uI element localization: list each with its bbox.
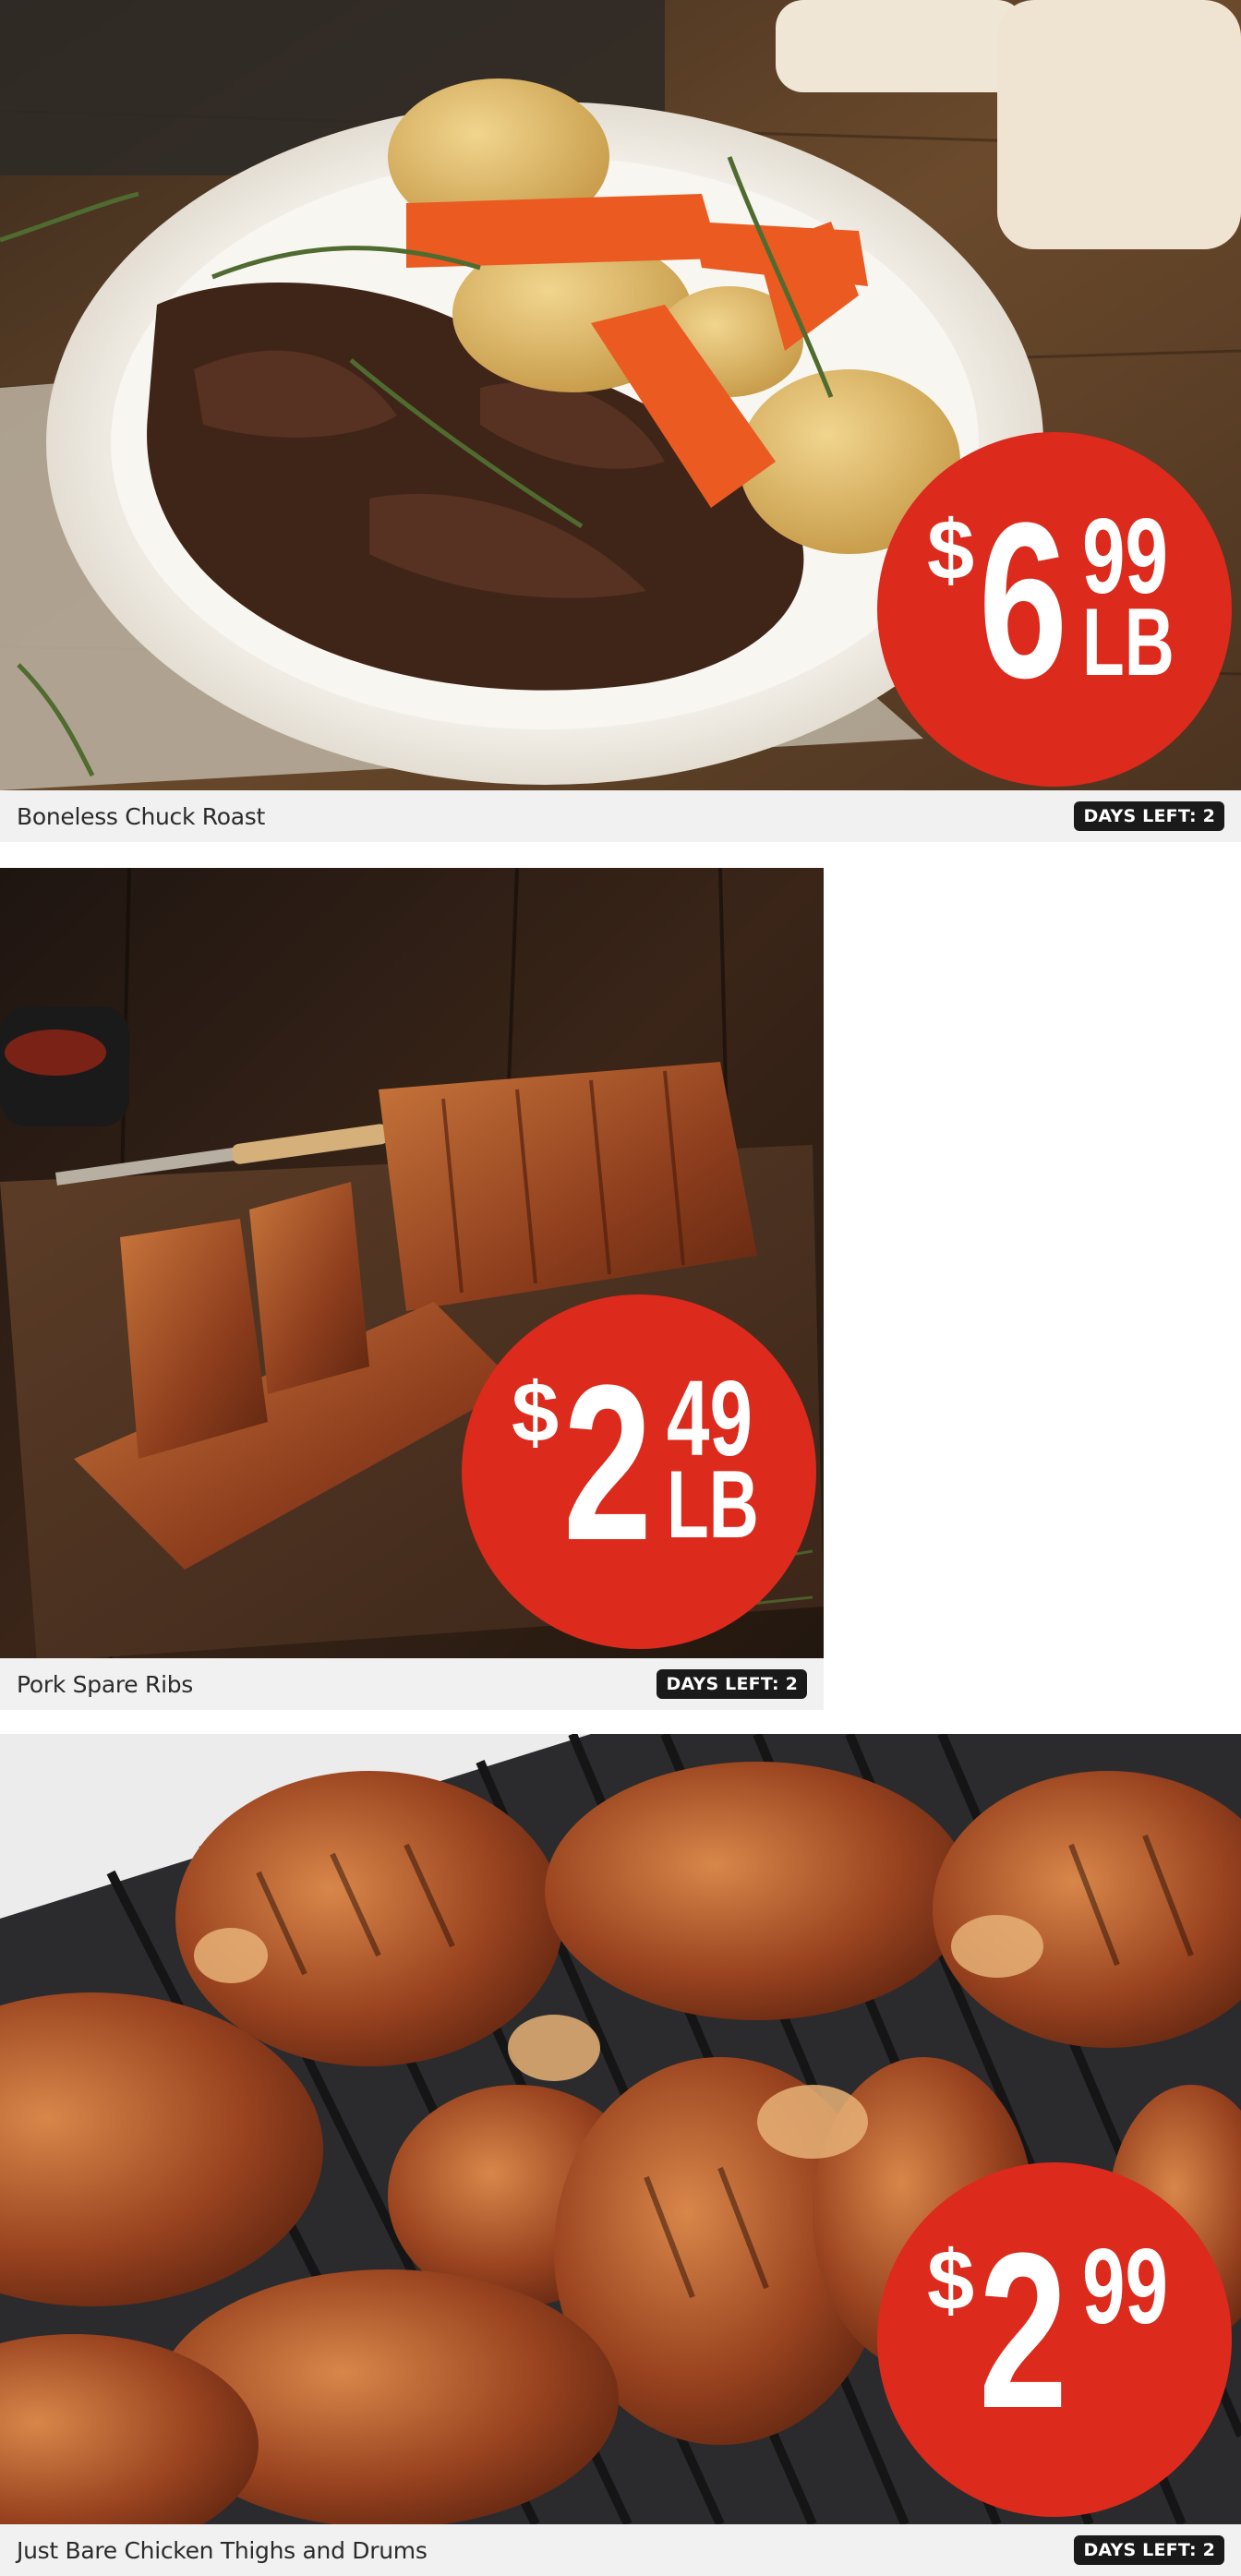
product-image-chicken[interactable]: $ 2 99 [0, 1734, 1241, 2524]
days-left-badge: DAYS LEFT: 2 [1074, 2535, 1224, 2565]
product-name[interactable]: Just Bare Chicken Thighs and Drums [17, 2537, 428, 2564]
price-whole: 2 [563, 1339, 652, 1586]
product-card[interactable]: $ 6 99 LB Boneless Chuck Roast DAYS LEFT… [0, 0, 1241, 842]
price-dollar-sign: $ [512, 1366, 560, 1460]
days-left-badge: DAYS LEFT: 2 [1074, 801, 1224, 831]
price-whole: 2 [979, 2207, 1067, 2454]
product-name[interactable]: Boneless Chuck Roast [17, 803, 265, 830]
product-caption: Just Bare Chicken Thighs and Drums DAYS … [0, 2524, 1241, 2576]
product-card[interactable]: $ 2 49 LB Pork Spare Ribs DAYS LEFT: 2 [0, 868, 824, 1710]
price-whole: 6 [979, 476, 1067, 724]
price-cents: 99 [1082, 2226, 1168, 2346]
product-image-chuck-roast[interactable]: $ 6 99 LB [0, 0, 1241, 790]
days-left-badge: DAYS LEFT: 2 [657, 1669, 807, 1699]
product-caption: Pork Spare Ribs DAYS LEFT: 2 [0, 1658, 824, 1710]
price-dollar-sign: $ [927, 503, 975, 597]
price-unit: LB [1082, 589, 1175, 696]
product-caption: Boneless Chuck Roast DAYS LEFT: 2 [0, 790, 1241, 842]
price-badge: $ 2 99 [877, 2162, 1232, 2517]
product-image-pork-ribs[interactable]: $ 2 49 LB [0, 868, 824, 1658]
product-name[interactable]: Pork Spare Ribs [17, 1671, 193, 1698]
price-dollar-sign: $ [927, 2233, 975, 2328]
price-badge: $ 2 49 LB [462, 1294, 816, 1649]
product-card[interactable]: $ 2 99 Just Bare Chicken Thighs and Drum… [0, 1734, 1241, 2576]
price-unit: LB [667, 1451, 759, 1559]
price-badge: $ 6 99 LB [877, 432, 1232, 787]
